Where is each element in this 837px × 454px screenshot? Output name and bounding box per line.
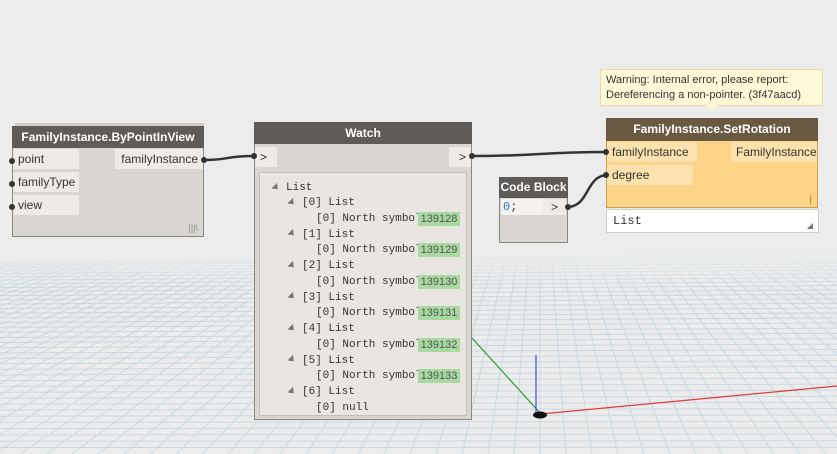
tree-item-3: [0] North symbol — [316, 307, 422, 319]
tree-group-label: [1] List — [302, 228, 355, 241]
tree-item-5: [0] North symbol — [316, 370, 422, 382]
node-familyinstance-bypointinview[interactable]: FamilyInstance.ByPointInView point famil… — [9, 123, 207, 237]
wire-watch-to-setrotation[interactable] — [471, 150, 609, 158]
tree-group-1[interactable]: [1] List — [287, 228, 355, 242]
node-body-warning: familyInstance degree FamilyInstance | — [606, 141, 818, 208]
tree-item-1: [0] North symbol — [316, 244, 422, 256]
element-id-badge[interactable]: 139128 — [418, 211, 460, 226]
collapse-triangle-icon[interactable] — [287, 386, 297, 396]
tree-group-label: [2] List — [302, 260, 355, 272]
collapse-triangle-icon[interactable] — [287, 197, 297, 207]
element-id-badge[interactable]: 139132 — [418, 337, 460, 352]
input-dot-familyinstance[interactable] — [603, 149, 609, 155]
tree-item-4: [0] North symbol — [316, 338, 422, 351]
node-title[interactable]: FamilyInstance.SetRotation — [606, 118, 818, 141]
collapse-triangle-icon[interactable] — [287, 323, 297, 333]
node-title[interactable]: Code Block — [499, 177, 568, 198]
tree-group-3[interactable]: [3] List — [287, 291, 355, 305]
input-dot-view[interactable] — [9, 204, 15, 210]
node-body: > > List [0] List [0] North symbol 139128[… — [254, 144, 472, 420]
output-port-familyinstance[interactable]: familyInstance — [115, 149, 203, 169]
input-dot-point[interactable] — [9, 158, 15, 164]
node-title[interactable]: Watch — [254, 122, 472, 144]
tree-group-0[interactable]: [0] List — [287, 196, 355, 210]
node-body: point familyType view familyInstance |||… — [12, 148, 204, 237]
tree-group-label: [5] List — [302, 354, 355, 367]
code-output-port[interactable]: > — [543, 199, 566, 215]
watch-output-dot[interactable] — [469, 153, 475, 159]
watch-tree-panel[interactable]: List [0] List [0] North symbol 139128 [1] L… — [259, 172, 467, 416]
collapse-triangle-icon[interactable] — [287, 260, 297, 270]
input-port-view[interactable]: view — [13, 195, 79, 215]
node-code-block[interactable]: Code Block 0; > — [499, 177, 571, 243]
tree-group-label: [6] List — [302, 386, 355, 398]
output-dot-familyinstance[interactable] — [201, 157, 207, 163]
resize-grip[interactable]: |||\ — [188, 223, 198, 233]
node-preview-bubble[interactable]: List ◢ — [606, 209, 819, 233]
tree-group-6[interactable]: [6] List — [287, 385, 355, 399]
node-title[interactable]: FamilyInstance.ByPointInView — [12, 126, 204, 148]
wire-codeblock-to-degree[interactable] — [566, 173, 609, 209]
code-punctuation: ; — [510, 200, 518, 214]
resize-grip[interactable]: | — [810, 194, 812, 204]
tree-item-2: [0] North symbol — [316, 275, 422, 288]
origin-marker — [533, 411, 547, 419]
code-output-dot[interactable] — [565, 204, 571, 210]
tree-group-2[interactable]: [2] List — [287, 259, 355, 273]
input-port-familyinstance[interactable]: familyInstance — [607, 142, 697, 162]
output-port-familyinstance[interactable]: FamilyInstance — [731, 142, 817, 162]
warning-line-2: Dereferencing a non-pointer. (3f47aacd) — [606, 89, 802, 101]
element-id-badge[interactable]: 139131 — [418, 306, 460, 320]
tree-root[interactable]: List — [271, 181, 313, 195]
tree-item-0: [0] North symbol — [316, 212, 422, 225]
preview-text: List — [613, 214, 642, 228]
node-stack-shadow — [15, 123, 204, 126]
tree-group-4[interactable]: [4] List — [287, 322, 355, 336]
collapse-triangle-icon[interactable] — [271, 182, 281, 192]
warning-tooltip: Warning: Internal error, please report: … — [600, 69, 823, 106]
tree-group-label: [4] List — [302, 323, 355, 335]
input-dot-familytype[interactable] — [9, 181, 15, 187]
tree-root-label: List — [286, 182, 313, 194]
collapse-triangle-icon[interactable] — [287, 354, 297, 365]
watch-port-spacer — [277, 147, 449, 167]
tree-group-label: [3] List — [302, 291, 355, 304]
element-id-badge[interactable]: 139130 — [418, 274, 460, 289]
watch-output-port[interactable]: > — [449, 147, 471, 167]
wire-byp-to-watch[interactable] — [202, 154, 255, 162]
watch-input-port[interactable]: > — [255, 147, 277, 167]
node-familyinstance-setrotation[interactable]: FamilyInstance.SetRotation familyInstanc… — [603, 118, 818, 208]
warning-line-1: Warning: Internal error, please report: — [606, 74, 789, 86]
element-id-badge[interactable]: 139133 — [418, 369, 460, 383]
element-id-badge[interactable]: 139129 — [418, 243, 460, 257]
tree-item-6: [0] null — [316, 401, 369, 414]
node-watch[interactable]: Watch > > List [0] List [0] North symbol 1… — [251, 122, 475, 420]
collapse-triangle-icon[interactable] — [287, 228, 297, 239]
preview-resize-icon[interactable]: ◢ — [807, 221, 813, 230]
code-editor[interactable]: 0; — [501, 199, 543, 215]
node-body: 0; > — [499, 198, 568, 243]
input-port-familytype[interactable]: familyType — [13, 172, 79, 192]
input-dot-degree[interactable] — [603, 172, 609, 178]
input-port-point[interactable]: point — [13, 149, 79, 169]
warning-tooltip-pointer — [706, 105, 718, 112]
collapse-triangle-icon[interactable] — [287, 291, 297, 302]
tree-group-5[interactable]: [5] List — [287, 354, 355, 368]
tree-group-label: [0] List — [302, 197, 355, 209]
input-port-degree[interactable]: degree — [607, 165, 693, 185]
watch-input-dot[interactable] — [251, 153, 257, 159]
